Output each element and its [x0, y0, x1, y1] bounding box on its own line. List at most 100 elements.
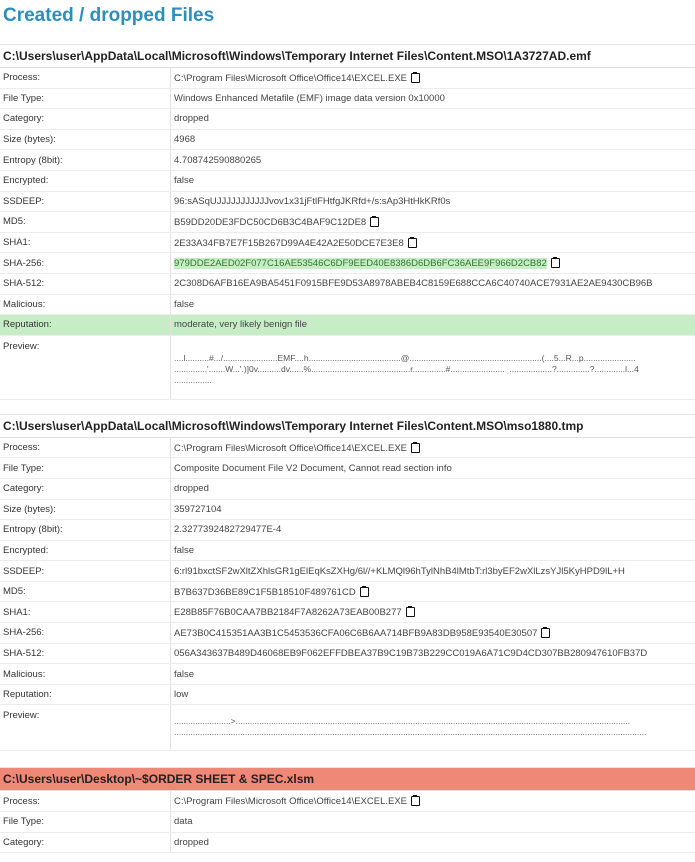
label-preview: Preview: — [0, 704, 171, 752]
label-sha1: SHA1: — [0, 232, 171, 254]
row-reputation: Reputation: moderate, very likely benign… — [0, 314, 695, 336]
label-ssdeep: SSDEEP: — [0, 191, 171, 213]
label-size: Size (bytes): — [0, 499, 171, 521]
row-sha256: SHA-256: 979DDE2AED02F077C16AE53546C6DF9… — [0, 252, 695, 274]
value-ssdeep: 6:rl91bxctSF2wXltZXhlsGR1gElEqKsZXHg/6l/… — [170, 560, 695, 582]
row-file-type: File Type: Composite Document File V2 Do… — [0, 457, 695, 479]
value-sha512: 056A343637B489D46068EB9F062EFFDBEA37B9C1… — [170, 643, 695, 665]
clipboard-icon[interactable] — [411, 795, 421, 807]
label-sha512: SHA-512: — [0, 643, 171, 665]
md5-hash: B7B637D36BE89C1F5B18510F489761CD — [174, 586, 356, 598]
label-preview: Preview: — [0, 335, 171, 400]
row-preview: Preview: ....l..........#.../...........… — [0, 335, 695, 400]
file-details-table: Process: C:\Program Files\Microsoft Offi… — [0, 436, 695, 752]
file-block-3: C:\Users\user\Desktop\~$ORDER SHEET & SP… — [0, 767, 695, 854]
value-encrypted: false — [170, 540, 695, 562]
label-file-type: File Type: — [0, 811, 171, 833]
row-md5: MD5: B59DD20DE3FDC50CD6B3C4BAF9C12DE8 — [0, 211, 695, 233]
process-path: C:\Program Files\Microsoft Office\Office… — [174, 442, 408, 454]
row-encrypted: Encrypted: false — [0, 540, 695, 562]
row-malicious: Malicious: false — [0, 294, 695, 316]
clipboard-icon[interactable] — [411, 71, 421, 83]
label-process: Process: — [0, 790, 171, 813]
process-path: C:\Program Files\Microsoft Office\Office… — [174, 72, 408, 84]
row-process: Process: C:\Program Files\Microsoft Offi… — [0, 437, 695, 459]
value-process: C:\Program Files\Microsoft Office\Office… — [170, 790, 695, 813]
label-process: Process: — [0, 67, 171, 89]
value-size: 4968 — [170, 129, 695, 151]
label-sha256: SHA-256: — [0, 622, 171, 644]
value-reputation: moderate, very likely benign file — [170, 314, 695, 336]
row-sha512: SHA-512: 2C308D6AFB16EA9BA5451F0915BFE9D… — [0, 273, 695, 295]
preview-text: ....l..........#.../....................… — [174, 352, 639, 385]
value-malicious: false — [170, 294, 695, 316]
row-sha1: SHA1: 2E33A34FB7E7F15B267D99A4E42A2E50DC… — [0, 232, 695, 254]
row-malicious: Malicious: false — [0, 663, 695, 685]
row-ssdeep: SSDEEP: 6:rl91bxctSF2wXltZXhlsGR1gElEqKs… — [0, 560, 695, 582]
value-file-type: data — [170, 811, 695, 833]
value-category: dropped — [170, 478, 695, 500]
value-preview: ........................>...............… — [170, 704, 695, 752]
value-encrypted: false — [170, 170, 695, 192]
file-details-table: Process: C:\Program Files\Microsoft Offi… — [0, 67, 695, 400]
row-category: Category: dropped — [0, 108, 695, 130]
label-reputation: Reputation: — [0, 684, 171, 706]
value-sha512: 2C308D6AFB16EA9BA5451F0915BFE9D53A8978AB… — [170, 273, 695, 295]
row-category: Category: dropped — [0, 832, 695, 854]
label-encrypted: Encrypted: — [0, 170, 171, 192]
row-process: Process: C:\Program Files\Microsoft Offi… — [0, 67, 695, 89]
file-path-header-flagged: C:\Users\user\Desktop\~$ORDER SHEET & SP… — [0, 767, 695, 791]
clipboard-icon[interactable] — [370, 215, 380, 227]
label-entropy: Entropy (8bit): — [0, 519, 171, 541]
row-sha256: SHA-256: AE73B0C415351AA3B1C5453536CFA06… — [0, 622, 695, 644]
label-file-type: File Type: — [0, 88, 171, 110]
value-size: 359727104 — [170, 499, 695, 521]
label-sha256: SHA-256: — [0, 252, 171, 274]
value-preview: ....l..........#.../....................… — [170, 335, 695, 400]
label-category: Category: — [0, 832, 171, 854]
value-reputation: low — [170, 684, 695, 706]
label-malicious: Malicious: — [0, 663, 171, 685]
file-path-header: C:\Users\user\AppData\Local\Microsoft\Wi… — [0, 413, 695, 437]
process-path: C:\Program Files\Microsoft Office\Office… — [174, 796, 408, 808]
label-reputation: Reputation: — [0, 314, 171, 336]
clipboard-icon[interactable] — [541, 626, 551, 638]
row-md5: MD5: B7B637D36BE89C1F5B18510F489761CD — [0, 581, 695, 603]
row-size: Size (bytes): 359727104 — [0, 499, 695, 521]
row-entropy: Entropy (8bit): 4.70874259088026​5 — [0, 149, 695, 171]
file-details-table: Process: C:\Program Files\Microsoft Offi… — [0, 790, 695, 854]
label-file-type: File Type: — [0, 457, 171, 479]
sha256-hash-highlighted: 979DDE2AED02F077C16AE53546C6DF9EED40E838… — [174, 258, 547, 270]
value-sha1: E28B85F76B0CAA7BB2184F7A8262A73EAB00B277 — [170, 601, 695, 624]
value-process: C:\Program Files\Microsoft Office\Office… — [170, 437, 695, 459]
clipboard-icon[interactable] — [405, 606, 415, 618]
preview-text: ........................>...............… — [174, 716, 647, 738]
row-reputation: Reputation: low — [0, 684, 695, 706]
clipboard-icon[interactable] — [407, 236, 417, 248]
row-sha1: SHA1: E28B85F76B0CAA7BB2184F7A8262A73EAB… — [0, 601, 695, 624]
md5-hash: B59DD20DE3FDC50CD6B3C4BAF9C12DE8 — [174, 216, 367, 228]
file-path-header: C:\Users\user\AppData\Local\Microsoft\Wi… — [0, 44, 695, 67]
value-malicious: false — [170, 663, 695, 685]
label-malicious: Malicious: — [0, 294, 171, 316]
label-sha1: SHA1: — [0, 601, 171, 624]
label-category: Category: — [0, 478, 171, 500]
row-category: Category: dropped — [0, 478, 695, 500]
label-process: Process: — [0, 437, 171, 459]
value-ssdeep: 96:sASqUJJJJJJJJJJJvov1x31jFtlFHtfgJKRfd… — [170, 191, 695, 213]
clipboard-icon[interactable] — [359, 585, 369, 597]
clipboard-icon[interactable] — [411, 441, 421, 453]
row-ssdeep: SSDEEP: 96:sASqUJJJJJJJJJJJvov1x31jFtlFH… — [0, 191, 695, 213]
value-sha256: AE73B0C415351AA3B1C5453536CFA06C6B6AA714… — [170, 622, 695, 644]
sha1-hash: 2E33A34FB7E7F15B267D99A4E42A2E50DCE7E3E8 — [174, 237, 404, 249]
label-size: Size (bytes): — [0, 129, 171, 151]
row-process: Process: C:\Program Files\Microsoft Offi… — [0, 790, 695, 813]
value-process: C:\Program Files\Microsoft Office\Office… — [170, 67, 695, 89]
label-ssdeep: SSDEEP: — [0, 560, 171, 582]
value-file-type: Windows Enhanced Metafile (EMF) image da… — [170, 88, 695, 110]
row-preview: Preview: ........................>......… — [0, 704, 695, 752]
value-category: dropped — [170, 108, 695, 130]
value-entropy: 4.70874259088026​5 — [170, 149, 695, 171]
clipboard-icon[interactable] — [550, 257, 560, 269]
value-entropy: 2.3277392482729477E-4 — [170, 519, 695, 541]
